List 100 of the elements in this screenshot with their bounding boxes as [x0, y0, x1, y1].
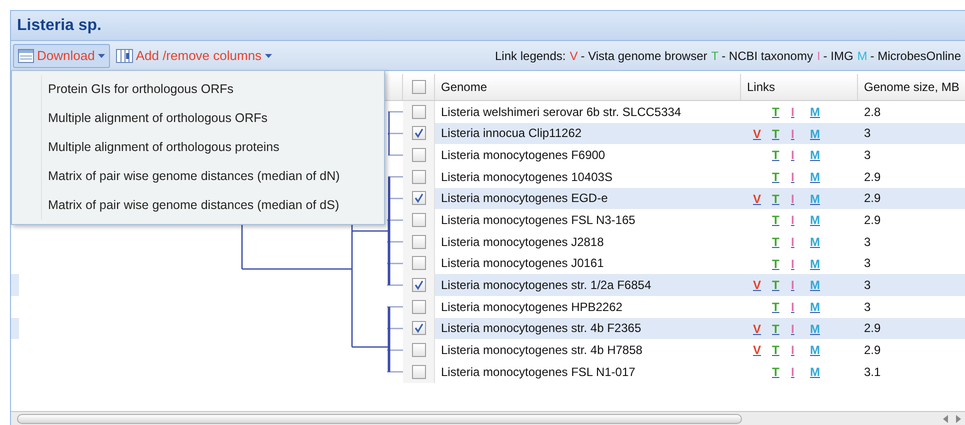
genome-size: 3.1 [863, 364, 881, 381]
link[interactable]: M [810, 234, 820, 249]
genome-name: Listeria monocytogenes HPB2262 [440, 298, 624, 316]
link[interactable]: I [791, 234, 794, 249]
scroll-left-icon[interactable] [941, 414, 951, 424]
genome-name: Listeria innocua Clip11262 [440, 125, 583, 142]
columns-button[interactable]: Add /remove columns [114, 44, 274, 68]
menu-item[interactable]: Matrix of pair wise genome distances (median of dN) [42, 162, 384, 191]
link[interactable]: T [772, 278, 780, 292]
legend-label: Link legends: [495, 48, 566, 64]
columns-icon [116, 48, 133, 62]
link[interactable]: T [772, 300, 780, 314]
link[interactable]: T [772, 213, 780, 228]
link[interactable]: M [810, 278, 820, 292]
link[interactable]: T [772, 126, 780, 141]
link[interactable]: M [810, 105, 820, 119]
table-row[interactable]: Listeria monocytogenes EGD-e V T I M 2.9 [403, 188, 965, 210]
checkbox[interactable] [412, 80, 426, 94]
table-row[interactable]: Listeria monocytogenes str. 1/2a F6854 V T I M 3 [403, 274, 965, 296]
checkbox[interactable] [412, 343, 426, 358]
link[interactable]: M [810, 148, 820, 162]
link[interactable]: T [772, 192, 780, 206]
link[interactable]: M [810, 126, 820, 141]
genome-size: 2.9 [863, 190, 881, 208]
legend-text: - IMG [823, 48, 854, 64]
link[interactable]: M [810, 256, 820, 271]
link[interactable]: M [810, 192, 820, 206]
link[interactable]: V [753, 192, 762, 206]
genome-name: Listeria monocytogenes FSL N3-165 [440, 212, 636, 230]
legend-key: V [570, 46, 578, 64]
link[interactable]: T [772, 234, 780, 249]
link[interactable]: M [810, 300, 820, 314]
link[interactable]: M [810, 170, 820, 184]
checkbox[interactable] [412, 126, 426, 140]
menu-item[interactable]: Matrix of pair wise genome distances (median of dS) [42, 191, 384, 220]
table-row[interactable]: Listeria monocytogenes J0161 T I M 3 [403, 252, 965, 274]
legend-key: M [857, 46, 868, 64]
link[interactable]: T [772, 343, 780, 358]
link[interactable]: I [791, 105, 794, 119]
checkmark-icon [414, 128, 424, 138]
link[interactable]: V [753, 278, 762, 292]
link[interactable]: M [810, 322, 820, 336]
download-button[interactable]: Download [13, 44, 110, 68]
scroll-thumb[interactable] [17, 414, 742, 424]
checkbox[interactable] [412, 321, 426, 336]
link[interactable]: I [791, 343, 794, 358]
link[interactable]: I [791, 300, 794, 314]
legend-text: - Vista genome browser [580, 48, 708, 64]
link[interactable]: V [753, 322, 762, 336]
link[interactable]: T [772, 256, 780, 271]
genome-size: 2.8 [863, 104, 881, 121]
checkmark-icon [414, 323, 424, 334]
column-header[interactable]: Genome size, MB [858, 74, 965, 100]
checkbox[interactable] [412, 234, 426, 249]
genome-name: Listeria monocytogenes J2818 [440, 234, 605, 251]
menu-item[interactable]: Protein GIs for orthologous ORFs [42, 75, 384, 104]
link[interactable]: M [810, 213, 820, 228]
genome-size: 2.9 [863, 320, 881, 338]
link[interactable]: M [810, 343, 820, 358]
link[interactable]: I [791, 364, 794, 379]
checkbox[interactable] [412, 256, 426, 270]
link[interactable]: I [791, 213, 794, 228]
checkbox[interactable] [412, 170, 426, 184]
table-row[interactable]: Listeria innocua Clip11262 V T I M 3 [403, 122, 965, 144]
legend-text: - NCBI taxonomy [722, 48, 813, 64]
checkbox[interactable] [412, 278, 426, 292]
link[interactable]: I [791, 148, 794, 162]
link[interactable]: I [791, 256, 794, 271]
genome-name: Listeria monocytogenes 10403S [440, 168, 614, 186]
column-header[interactable]: Links [741, 74, 858, 100]
genome-name: Listeria monocytogenes str. 4b F2365 [440, 320, 642, 338]
link[interactable]: I [791, 170, 794, 184]
checkbox[interactable] [412, 364, 426, 379]
horizontal-scrollbar[interactable] [11, 411, 965, 425]
link[interactable]: T [772, 105, 780, 119]
link[interactable]: T [772, 148, 780, 162]
checkbox[interactable] [412, 104, 426, 119]
link[interactable]: T [772, 322, 780, 336]
panel-title: Listeria sp. [17, 16, 102, 36]
menu-item[interactable]: Multiple alignment of orthologous proteins [42, 133, 384, 162]
link[interactable]: I [791, 322, 794, 336]
menu-item[interactable]: Multiple alignment of orthologous ORFs [42, 104, 384, 133]
link[interactable]: V [753, 126, 762, 141]
checkbox[interactable] [412, 191, 426, 206]
caret-icon [264, 54, 272, 58]
scroll-right-icon[interactable] [953, 414, 963, 424]
checkbox[interactable] [412, 148, 426, 162]
link[interactable]: T [772, 170, 780, 184]
link[interactable]: V [753, 343, 762, 358]
column-header[interactable]: Genome [435, 74, 741, 100]
legend-text: - MicrobesOnline [870, 48, 961, 64]
link[interactable]: I [791, 126, 794, 141]
checkbox[interactable] [412, 300, 426, 314]
checkbox[interactable] [412, 213, 426, 228]
table-row[interactable]: Listeria monocytogenes str. 4b F2365 V T I M 2.9 [403, 318, 965, 340]
caret-icon [98, 54, 105, 58]
link[interactable]: M [810, 364, 820, 379]
link[interactable]: I [791, 192, 794, 206]
link[interactable]: I [791, 278, 794, 292]
link[interactable]: T [772, 364, 780, 379]
